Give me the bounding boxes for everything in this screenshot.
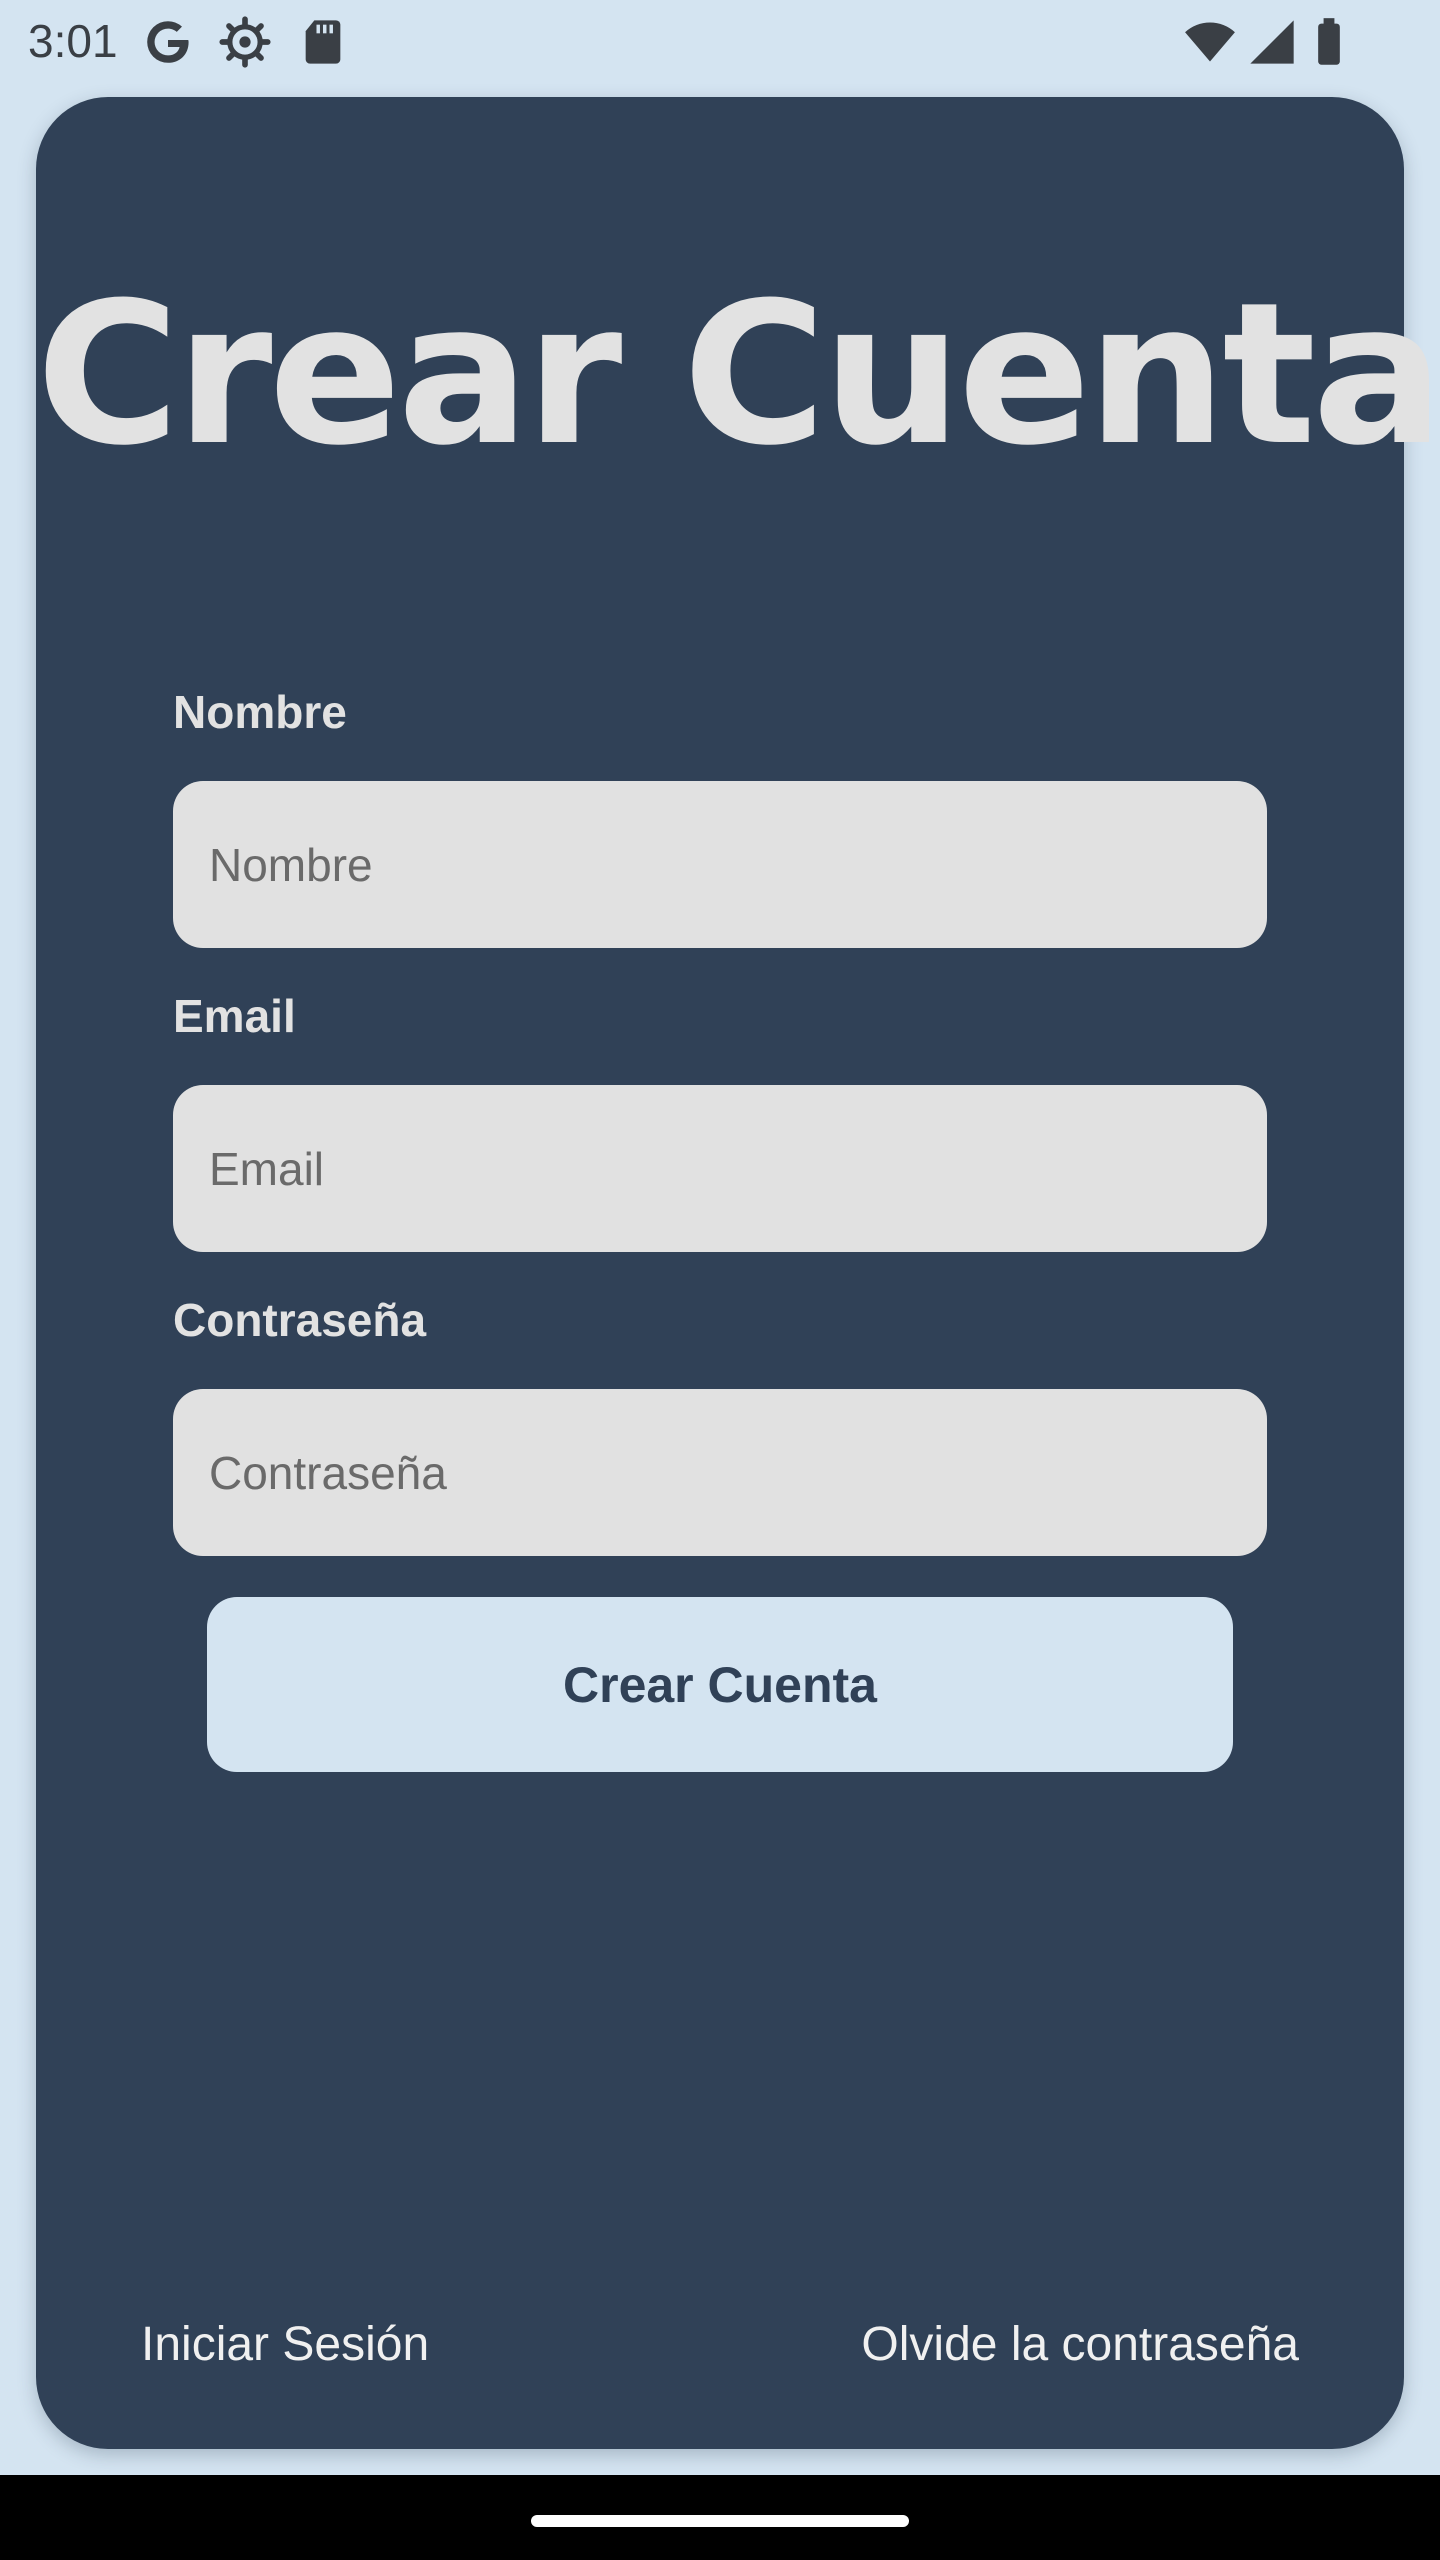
- home-handle[interactable]: [531, 2515, 909, 2527]
- create-account-button[interactable]: Crear Cuenta: [207, 1597, 1233, 1772]
- google-icon: [147, 21, 189, 63]
- password-label: Contraseña: [173, 1294, 427, 1346]
- sd-card-icon: [305, 20, 341, 64]
- navigation-bar: [0, 2475, 1440, 2560]
- password-input[interactable]: [173, 1389, 1267, 1556]
- signup-card: Crear Cuenta Nombre Email Contraseña Cre…: [36, 97, 1440, 2449]
- login-link[interactable]: Iniciar Sesión: [141, 2317, 429, 2372]
- page-title: Crear Cuenta: [36, 261, 1440, 489]
- battery-icon: [1318, 18, 1340, 65]
- name-input[interactable]: [173, 781, 1267, 948]
- name-label: Nombre: [173, 686, 347, 738]
- email-label: Email: [173, 990, 296, 1042]
- signal-icon: [1250, 20, 1294, 64]
- wifi-icon: [1185, 22, 1235, 62]
- status-bar: 3:01: [0, 0, 1440, 84]
- email-input[interactable]: [173, 1085, 1267, 1252]
- forgot-password-link[interactable]: Olvide la contraseña: [861, 2317, 1299, 2372]
- status-time: 3:01: [28, 15, 118, 67]
- app-screen: 3:01 Crear Cuenta Nombre Nombre Email Em…: [0, 0, 1440, 2560]
- settings-icon: [219, 16, 271, 68]
